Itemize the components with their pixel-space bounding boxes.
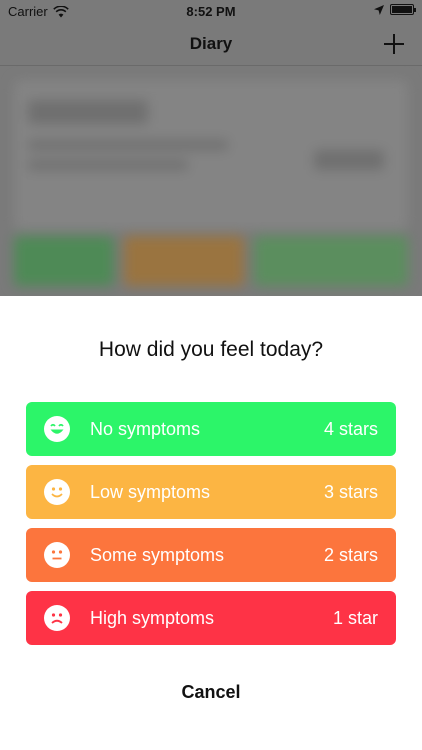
laughing-face-icon bbox=[44, 416, 70, 442]
blurred-diary-content bbox=[0, 66, 422, 296]
blurred-segment bbox=[124, 236, 244, 286]
option-stars: 4 stars bbox=[323, 418, 378, 439]
background-app-dimmed: Carrier 8:52 PM Diary bbox=[0, 0, 422, 296]
sad-face-icon bbox=[44, 605, 70, 631]
add-entry-button[interactable] bbox=[380, 30, 408, 58]
option-high-symptoms-button[interactable]: High symptoms 1 star bbox=[26, 591, 396, 645]
neutral-face-icon bbox=[44, 542, 70, 568]
option-label: No symptoms bbox=[90, 418, 201, 439]
option-label: Some symptoms bbox=[90, 544, 225, 565]
status-bar: Carrier 8:52 PM bbox=[0, 0, 422, 22]
nav-bar: Diary bbox=[0, 22, 422, 66]
option-label: Low symptoms bbox=[90, 481, 211, 502]
blurred-text bbox=[28, 140, 228, 150]
option-stars: 2 stars bbox=[323, 544, 378, 565]
option-low-symptoms-button[interactable]: Low symptoms 3 stars bbox=[26, 465, 396, 519]
feeling-action-sheet: How did you feel today? No symptoms 4 st… bbox=[0, 296, 422, 750]
cancel-button[interactable]: Cancel bbox=[0, 682, 422, 703]
smiling-face-icon bbox=[44, 479, 70, 505]
blurred-segment bbox=[254, 236, 408, 286]
option-no-symptoms-button[interactable]: No symptoms 4 stars bbox=[26, 402, 396, 456]
status-time: 8:52 PM bbox=[186, 4, 236, 19]
blurred-segment bbox=[14, 236, 114, 286]
battery-icon bbox=[390, 4, 416, 15]
blurred-text bbox=[314, 150, 384, 170]
sheet-title: How did you feel today? bbox=[98, 338, 324, 361]
blurred-card bbox=[14, 80, 408, 230]
option-some-symptoms-button[interactable]: Some symptoms 2 stars bbox=[26, 528, 396, 582]
page-title: Diary bbox=[189, 34, 233, 53]
option-label: High symptoms bbox=[90, 607, 215, 628]
option-stars: 3 stars bbox=[323, 481, 378, 502]
blurred-text bbox=[28, 100, 148, 124]
location-arrow-icon bbox=[374, 4, 384, 15]
blurred-text bbox=[28, 160, 188, 170]
option-stars: 1 star bbox=[332, 607, 378, 628]
